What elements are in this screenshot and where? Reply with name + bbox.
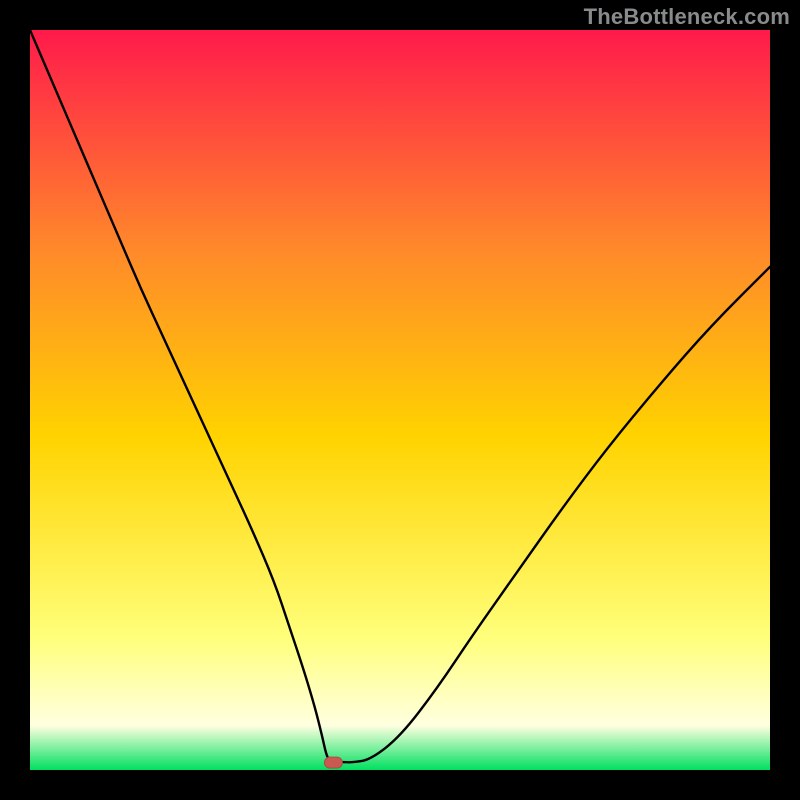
plot-area	[30, 30, 770, 770]
watermark-text: TheBottleneck.com	[584, 4, 790, 30]
chart-svg	[30, 30, 770, 770]
chart-frame: TheBottleneck.com	[0, 0, 800, 800]
